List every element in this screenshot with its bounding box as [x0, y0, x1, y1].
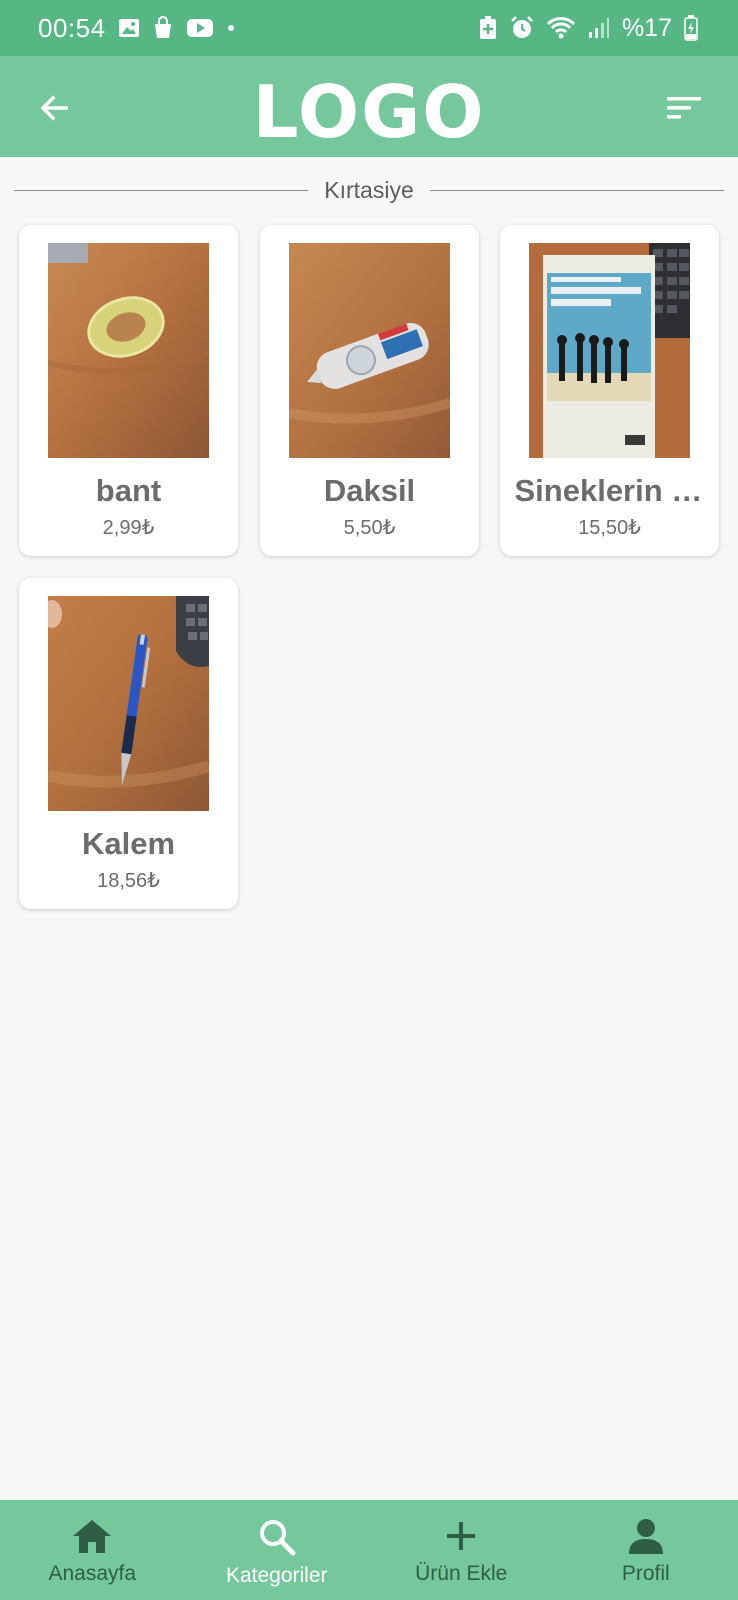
nav-label: Kategoriler [225, 1564, 328, 1587]
product-price: 18,56₺ [97, 870, 160, 892]
product-name: Kalem [81, 826, 176, 861]
alarm-icon [510, 16, 534, 40]
product-name: Daksil [323, 473, 416, 508]
status-bar: 00:54 %17 [0, 0, 738, 56]
wifi-icon [546, 16, 576, 40]
plus-icon [447, 1522, 476, 1550]
app-bar: LOGO [0, 56, 738, 157]
sort-icon [667, 97, 701, 119]
youtube-icon [186, 17, 214, 39]
product-price: 5,50₺ [343, 517, 396, 539]
category-header: Kırtasiye [14, 176, 725, 204]
home-icon [73, 1520, 112, 1553]
product-card[interactable]: Daksil 5,50₺ [260, 225, 479, 556]
sort-button[interactable] [664, 88, 704, 128]
nav-label: Ürün Ekle [415, 1562, 508, 1585]
product-name: Sineklerin Tanrısı [514, 473, 705, 508]
signal-icon [588, 17, 610, 39]
person-icon [628, 1519, 663, 1554]
dot-icon [226, 23, 236, 33]
bottom-navigation: Anasayfa Kategoriler Ürün Ekle Profil [0, 1500, 738, 1600]
battery-percentage: %17 [621, 13, 672, 42]
nav-item-categories[interactable]: Kategoriler [185, 1500, 370, 1600]
product-card[interactable]: Kalem 18,56₺ [19, 578, 238, 909]
nav-label: Anasayfa [48, 1562, 137, 1585]
shopping-bag-icon [152, 16, 174, 40]
nav-label: Profil [621, 1562, 670, 1585]
nav-item-profile[interactable]: Profil [554, 1500, 738, 1600]
product-image [48, 596, 209, 811]
battery-charging-icon [684, 15, 698, 41]
app-logo: LOGO [252, 70, 486, 154]
battery-saver-icon [478, 16, 498, 40]
divider [14, 189, 309, 191]
product-card[interactable]: Sineklerin Tanrısı 15,50₺ [500, 225, 719, 556]
nav-item-home[interactable]: Anasayfa [0, 1500, 185, 1600]
category-title: Kırtasiye [324, 176, 414, 203]
search-icon [259, 1520, 296, 1556]
status-right: %17 [478, 14, 698, 43]
product-image [48, 243, 209, 458]
product-price: 2,99₺ [102, 517, 155, 539]
nav-item-add-product[interactable]: Ürün Ekle [369, 1500, 554, 1600]
status-left: 00:54 [38, 13, 236, 44]
status-time: 00:54 [38, 12, 106, 43]
product-price: 15,50₺ [578, 517, 641, 539]
divider [429, 189, 725, 191]
image-icon [118, 17, 140, 39]
product-card[interactable]: bant 2,99₺ [19, 225, 238, 556]
product-image [289, 243, 450, 458]
product-name: bant [95, 473, 162, 508]
product-image [529, 243, 690, 458]
